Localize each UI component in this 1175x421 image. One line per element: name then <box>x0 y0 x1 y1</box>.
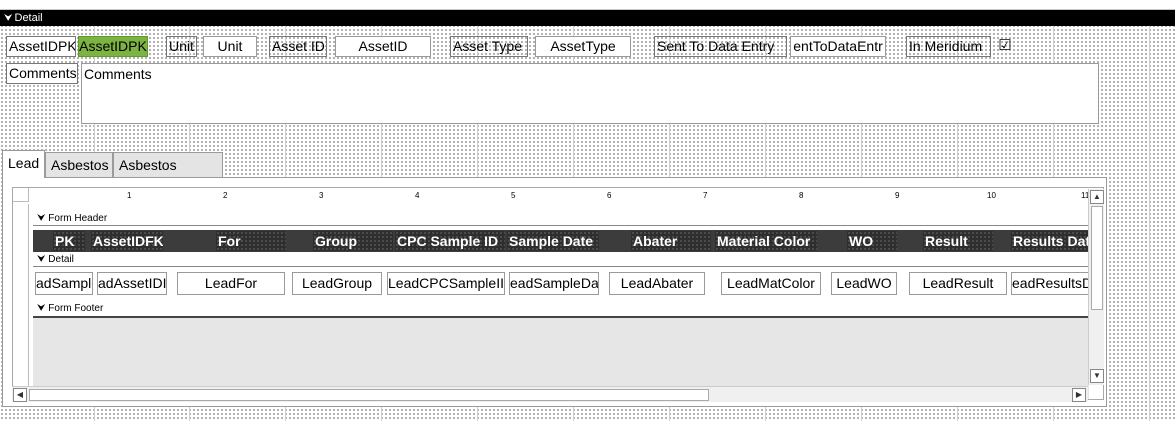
tab-asbestos-visual[interactable]: Asbestos Visual <box>113 152 223 197</box>
column-header[interactable]: Sample Date <box>507 231 599 251</box>
assetid-field[interactable]: AssetID <box>335 36 431 57</box>
lead-cpc-sample-id-field[interactable]: LeadCPCSampleII <box>387 272 505 295</box>
scroll-up-icon[interactable]: ▲ <box>1090 190 1104 204</box>
ruler-tick: 7 <box>703 191 708 200</box>
column-header[interactable]: Abater <box>631 231 711 251</box>
column-header[interactable]: PK <box>53 231 85 251</box>
ruler-tick: 3 <box>319 191 324 200</box>
column-header[interactable]: Group <box>313 231 393 251</box>
lead-wo-field[interactable]: LeadWO <box>831 272 897 295</box>
scroll-thumb[interactable] <box>1091 206 1103 310</box>
ruler-tick: 8 <box>799 191 804 200</box>
collapse-arrow-icon: ⮟ <box>37 303 49 314</box>
column-header[interactable]: CPC Sample ID <box>395 231 505 251</box>
ruler-tick: 5 <box>511 191 516 200</box>
in-meridium-label[interactable]: In Meridium <box>906 36 991 57</box>
grid-line <box>1149 26 1150 421</box>
lead-assetidfk-field[interactable]: adAssetIDI <box>97 272 167 295</box>
collapse-arrow-icon: ⮟ <box>4 13 13 24</box>
detail-label: Detail <box>48 254 74 265</box>
tab-asbestos[interactable]: Asbestos <box>45 152 113 178</box>
column-header[interactable]: For <box>216 231 286 251</box>
assetidpk-label[interactable]: AssetIDPK <box>6 36 76 57</box>
scroll-thumb[interactable] <box>29 389 709 401</box>
lead-sample-pk-field[interactable]: adSample <box>35 272 93 295</box>
scroll-down-icon[interactable]: ▼ <box>1090 369 1104 383</box>
column-header[interactable]: AssetIDFK <box>91 231 163 251</box>
column-header[interactable]: Result <box>923 231 993 251</box>
ruler-tick: 2 <box>223 191 228 200</box>
collapse-arrow-icon: ⮟ <box>37 213 49 224</box>
horizontal-ruler: 1 2 3 4 5 6 7 8 9 10 11 <box>31 190 1089 202</box>
column-header[interactable]: Results Dat <box>1011 231 1089 251</box>
ruler-tick: 9 <box>895 191 900 200</box>
unit-label[interactable]: Unit <box>166 36 197 57</box>
column-header[interactable]: WO <box>847 231 897 251</box>
assettype-label[interactable]: Asset Type <box>450 36 528 57</box>
ruler-tick: 10 <box>987 191 996 200</box>
tab-lead[interactable]: Lead <box>2 150 45 178</box>
assetidpk-field[interactable]: AssetIDPK <box>78 36 148 57</box>
horizontal-scrollbar[interactable]: ◀ ▶ <box>12 386 1088 402</box>
ruler-tick: 4 <box>415 191 420 200</box>
assetid-label[interactable]: Asset ID <box>269 36 327 57</box>
detail-section-label: Detail <box>14 12 43 24</box>
ruler-corner[interactable] <box>13 188 29 202</box>
form-footer-label: Form Footer <box>48 303 104 314</box>
form-footer-bar[interactable]: ⮟ Form Footer <box>33 302 1089 316</box>
detail-bar[interactable]: ⮟ Detail <box>33 253 1089 267</box>
form-header-label: Form Header <box>48 213 108 224</box>
lead-group-field[interactable]: LeadGroup <box>292 272 382 295</box>
in-meridium-checkbox[interactable]: ☑ <box>995 36 1015 57</box>
lead-for-field[interactable]: LeadFor <box>177 272 285 295</box>
sent-to-data-entry-field[interactable]: entToDataEntr <box>790 36 886 57</box>
lead-result-field[interactable]: LeadResult <box>909 272 1007 295</box>
lead-sample-date-field[interactable]: eadSampleDa <box>509 272 599 295</box>
column-header[interactable]: Material Color <box>715 231 817 251</box>
comments-label[interactable]: Comments <box>6 63 78 84</box>
lead-material-color-field[interactable]: LeadMatColor <box>721 272 821 295</box>
scroll-right-icon[interactable]: ▶ <box>1072 388 1086 402</box>
lead-subform[interactable]: 1 2 3 4 5 6 7 8 9 10 11 ⮟ Form Header PK… <box>12 187 1104 400</box>
top-ruler-strip <box>0 0 1175 10</box>
lead-results-date-field[interactable]: eadResultsD <box>1011 272 1091 295</box>
sent-to-data-entry-label[interactable]: Sent To Data Entry <box>654 36 787 57</box>
detail-section-bar[interactable]: ⮟ Detail <box>0 10 1175 26</box>
lead-abater-field[interactable]: LeadAbater <box>609 272 705 295</box>
ruler-tick: 6 <box>607 191 612 200</box>
vertical-scrollbar[interactable]: ▲ ▼ <box>1088 189 1104 385</box>
vertical-ruler <box>13 204 29 399</box>
comments-textbox[interactable]: Comments <box>81 63 1099 124</box>
scroll-left-icon[interactable]: ◀ <box>13 388 27 402</box>
ruler-tick: 1 <box>127 191 132 200</box>
form-header-bar[interactable]: ⮟ Form Header <box>33 212 1089 226</box>
collapse-arrow-icon: ⮟ <box>37 254 49 265</box>
assettype-field[interactable]: AssetType <box>535 36 631 57</box>
unit-field[interactable]: Unit <box>203 36 257 57</box>
